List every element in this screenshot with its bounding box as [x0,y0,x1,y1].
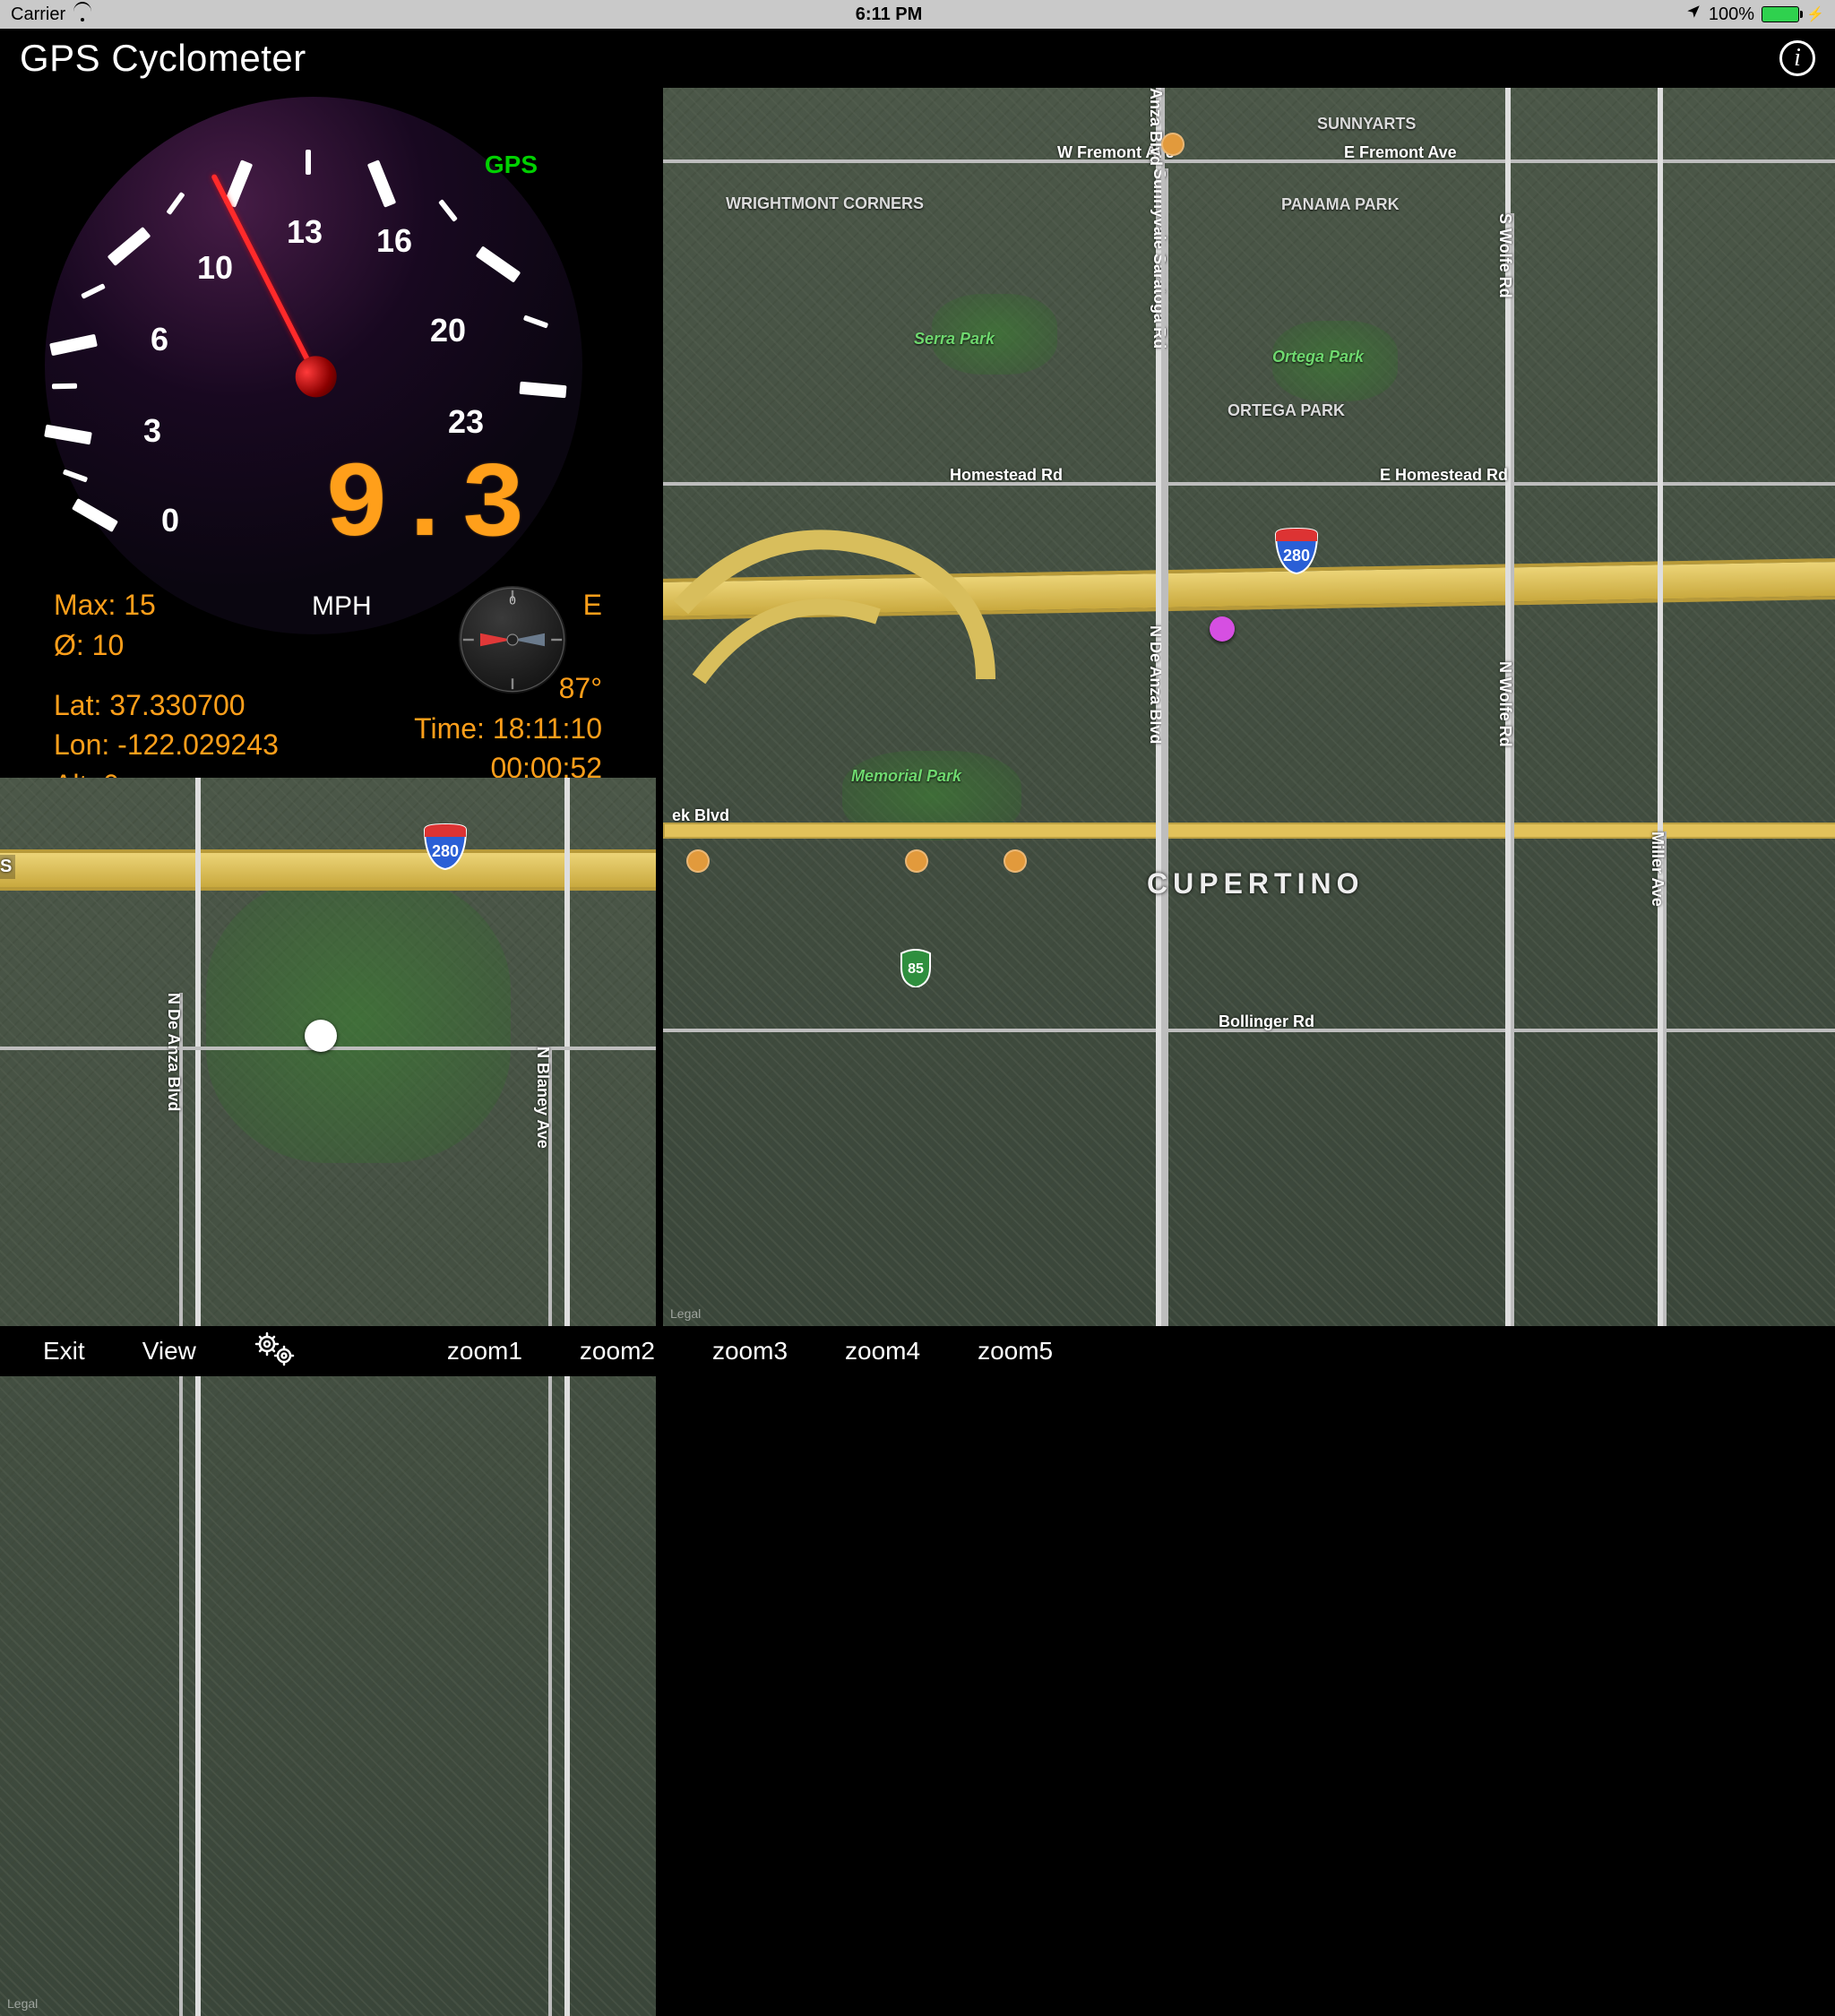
ios-status-bar: Carrier 6:11 PM 100% ⚡ [0,0,1835,29]
zoom5-button[interactable]: zoom5 [978,1337,1053,1366]
trip-stats: Max: 15 Ø: 10 Lat: 37.330700 Lon: -122.0… [54,585,620,806]
tick-23: 23 [448,403,484,441]
settings-gears-icon[interactable] [254,1331,297,1373]
park-serra: Serra Park [914,330,995,349]
carrier-label: Carrier [11,4,65,25]
park-memorial: Memorial Park [851,767,961,786]
area-ortega: ORTEGA PARK [1228,401,1345,420]
label-deanza-mini: N De Anza Blvd [179,993,183,2016]
battery-icon [1762,6,1799,22]
main-map[interactable]: WRIGHTMONT CORNERS PANAMA PARK SUNNYARTS… [663,88,1835,1326]
zoom1-button[interactable]: zoom1 [447,1337,522,1366]
info-button[interactable]: i [1779,40,1815,76]
road-ekblvd: ek Blvd [672,806,729,825]
label-s: S [0,855,15,879]
shield-280: 280 [1272,527,1321,575]
area-wrightmont: WRIGHTMONT CORNERS [726,195,924,213]
city-cupertino: CUPERTINO [1147,867,1364,900]
stat-bearing: 87° [414,668,602,709]
shield-280-mini: 280 [421,823,470,871]
tick-20: 20 [430,312,466,349]
current-location-marker [1210,616,1235,642]
mini-map[interactable]: S N De Anza Blvd N Blaney Ave 280 Legal [0,778,656,2016]
tick-6: 6 [151,321,168,358]
bottom-toolbar: Exit View zoom1 zoom2 zoom3 zoom4 zoom5 [0,1326,1835,1376]
legal-label-mini[interactable]: Legal [7,1996,38,2011]
tick-13: 13 [287,213,323,251]
exit-button[interactable]: Exit [43,1337,85,1366]
speedometer-gauge: 0 3 6 10 13 16 20 23 [36,88,591,590]
shield-85: 85 [900,948,932,987]
tick-3: 3 [143,412,161,450]
tick-0: 0 [161,502,179,539]
stat-time: Time: 18:11:10 [414,709,602,749]
app-header: GPS Cyclometer i [0,29,1835,88]
speedometer-panel: 0 3 6 10 13 16 20 23 [0,88,656,778]
road-homestead: Homestead Rd [950,466,1063,485]
app-title: GPS Cyclometer [20,37,306,80]
park-ortega: Ortega Park [1272,348,1364,366]
road-ehomestead: E Homestead Rd [1380,466,1508,485]
road-sunnyvale-saratoga: Sunnyvale Saratoga Rd [1165,168,1168,1326]
label-blaney-mini: N Blaney Ave [548,1047,552,2016]
svg-text:280: 280 [1283,547,1310,564]
interchange-icon [663,500,1004,733]
wifi-icon [73,7,92,22]
zoom2-button[interactable]: zoom2 [580,1337,655,1366]
area-sunnyarts: SUNNYARTS [1317,115,1416,134]
legal-label-main[interactable]: Legal [670,1306,701,1321]
area-panama: PANAMA PARK [1281,195,1400,214]
road-efremont: E Fremont Ave [1344,143,1457,162]
road-bollinger: Bollinger Rd [1219,1012,1314,1031]
view-button[interactable]: View [142,1337,196,1366]
poi-icon [1004,849,1027,873]
status-time: 6:11 PM [856,4,922,25]
svg-text:280: 280 [432,842,459,860]
battery-percent: 100% [1709,4,1754,25]
svg-text:85: 85 [908,961,924,977]
poi-icon [686,849,710,873]
location-dot [305,1020,337,1052]
location-services-icon [1685,4,1701,25]
road-anza: Anza Blvd [1161,88,1165,1299]
charging-icon: ⚡ [1806,5,1824,23]
tick-10: 10 [197,249,233,287]
speed-readout: 9.3 [324,446,529,568]
road-miller: Miller Ave [1663,831,1667,1326]
road-nwolfe: N Wolfe Rd [1511,661,1514,1326]
gps-status-label: GPS [485,151,538,179]
zoom4-button[interactable]: zoom4 [845,1337,920,1366]
poi-icon [905,849,928,873]
poi-icon [1161,133,1185,156]
stat-heading-dir: E [414,585,602,625]
tick-16: 16 [376,222,412,260]
zoom3-button[interactable]: zoom3 [712,1337,788,1366]
